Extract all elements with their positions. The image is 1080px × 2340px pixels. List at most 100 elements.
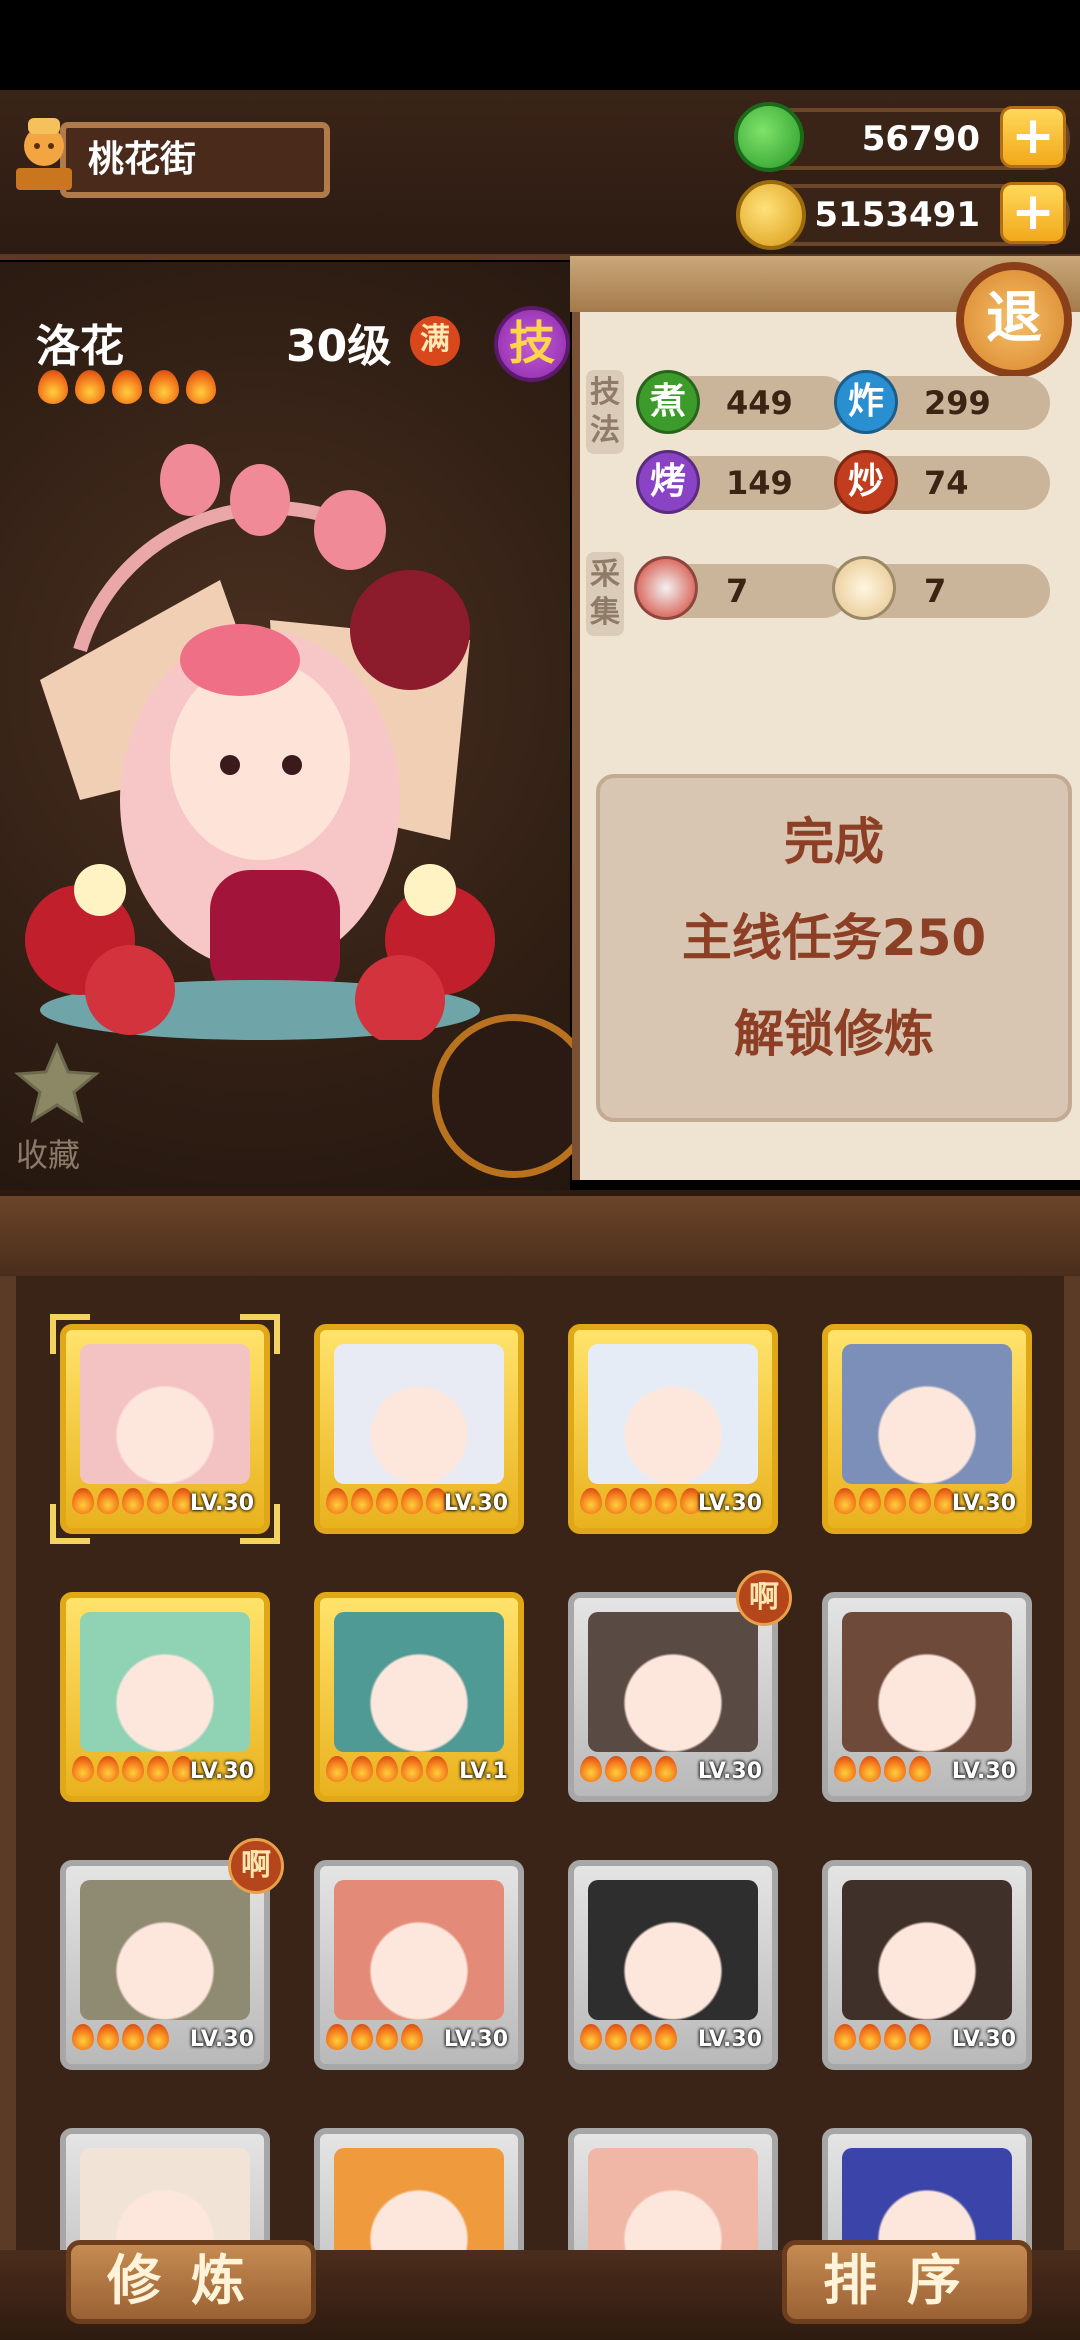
stat-fry-value: 299 — [924, 384, 991, 422]
chef-card[interactable]: LV.30 — [314, 1324, 524, 1534]
flame-icon — [351, 2024, 373, 2050]
chef-level: LV.30 — [951, 1491, 1016, 1516]
chef-card[interactable]: LV.30 — [822, 1324, 1032, 1534]
flame-icon — [147, 2024, 169, 2050]
chef-level: LV.30 — [951, 2027, 1016, 2052]
flame-icon — [655, 1756, 677, 1782]
chef-level: LV.30 — [697, 1759, 762, 1784]
chef-portrait — [80, 1344, 250, 1484]
jade-coin-icon — [734, 102, 804, 172]
chef-card[interactable]: LV.1 — [314, 1592, 524, 1802]
flame-icon — [147, 1488, 169, 1514]
max-level-badge: 满 — [410, 316, 460, 366]
chef-roster-grid: LV.30 LV.30 LV.30 LV.30 LV.30 LV.1 LV.30 啊 LV.30… — [0, 1276, 1080, 2338]
add-coins-button[interactable]: + — [1000, 182, 1066, 244]
location-plate[interactable]: 桃花街 — [60, 122, 330, 198]
flame-icon — [149, 370, 179, 404]
chef-portrait — [334, 1344, 504, 1484]
favorite-star-icon[interactable] — [14, 1040, 100, 1126]
boil-icon: 煮 — [636, 370, 700, 434]
chef-level: LV.30 — [189, 1759, 254, 1784]
stir-fry-icon: 炒 — [834, 450, 898, 514]
train-button[interactable]: 修炼 — [66, 2240, 316, 2324]
chef-card[interactable]: LV.30 — [568, 1324, 778, 1534]
bun-icon — [832, 556, 896, 620]
flame-icon — [376, 1756, 398, 1782]
exit-button[interactable]: 退 — [956, 262, 1072, 378]
skill-button[interactable]: 技 — [494, 306, 570, 382]
flame-icon — [38, 370, 68, 404]
add-jade-button[interactable]: + — [1000, 106, 1066, 168]
chef-card[interactable]: LV.30 — [60, 1324, 270, 1534]
chef-portrait — [334, 1612, 504, 1752]
chef-card[interactable]: LV.30 — [822, 1860, 1032, 2070]
chef-portrait — [588, 1612, 758, 1752]
chef-statue-icon — [6, 112, 82, 196]
deep-fry-icon: 炸 — [834, 370, 898, 434]
flame-icon — [859, 1756, 881, 1782]
flame-icon — [834, 2024, 856, 2050]
chef-card[interactable]: LV.30 — [822, 1592, 1032, 1802]
flame-icon — [834, 1488, 856, 1514]
flame-icon — [97, 1488, 119, 1514]
chef-rank-flames — [834, 1488, 959, 1518]
status-bar — [0, 0, 1080, 90]
flame-icon — [376, 1488, 398, 1514]
flame-icon — [859, 2024, 881, 2050]
chef-portrait — [588, 1880, 758, 2020]
chef-card[interactable]: LV.30 — [568, 1592, 778, 1802]
flame-icon — [376, 2024, 398, 2050]
flame-icon — [326, 2024, 348, 2050]
chef-rank-flames — [580, 2024, 680, 2054]
flame-icon — [122, 2024, 144, 2050]
flame-icon — [75, 370, 105, 404]
flame-icon — [112, 370, 142, 404]
coin-value: 5153491 — [814, 195, 980, 235]
flame-icon — [655, 2024, 677, 2050]
roast-icon: 烤 — [636, 450, 700, 514]
flame-icon — [630, 1488, 652, 1514]
technique-label: 技法 — [586, 370, 624, 454]
flame-icon — [630, 2024, 652, 2050]
meat-icon — [634, 556, 698, 620]
chef-level: LV.30 — [443, 1491, 508, 1516]
stat-boil-value: 449 — [726, 384, 793, 422]
flame-icon — [859, 1488, 881, 1514]
selection-corner — [240, 1314, 280, 1354]
chef-card[interactable]: LV.30 — [568, 1860, 778, 2070]
chef-rank-flames — [72, 2024, 172, 2054]
chef-alert-badge: 啊 — [736, 1570, 792, 1626]
chef-rank-flames — [326, 1756, 451, 1786]
location-name: 桃花街 — [88, 139, 197, 180]
character-portrait — [20, 420, 550, 1045]
stat-stirfry-value: 74 — [924, 464, 969, 502]
flame-icon — [122, 1756, 144, 1782]
chef-level: LV.30 — [697, 1491, 762, 1516]
flame-icon — [580, 2024, 602, 2050]
flame-icon — [401, 2024, 423, 2050]
chef-card[interactable]: LV.30 — [60, 1592, 270, 1802]
character-name: 洛花 — [36, 321, 124, 372]
flame-icon — [401, 1756, 423, 1782]
flame-icon — [72, 1756, 94, 1782]
unlock-line-3: 解锁修炼 — [734, 1005, 934, 1063]
character-rank-flames — [38, 370, 223, 408]
chef-level: LV.30 — [189, 2027, 254, 2052]
chef-rank-flames — [834, 2024, 934, 2054]
flame-icon — [351, 1756, 373, 1782]
flame-icon — [97, 2024, 119, 2050]
chef-card[interactable]: LV.30 — [60, 1860, 270, 2070]
flame-icon — [326, 1756, 348, 1782]
chef-rank-flames — [580, 1488, 705, 1518]
unlock-line-2: 主线任务250 — [681, 909, 987, 967]
chef-rank-flames — [326, 1488, 451, 1518]
chef-level: LV.30 — [443, 2027, 508, 2052]
flame-icon — [605, 1488, 627, 1514]
chef-portrait — [80, 1880, 250, 2020]
chef-card[interactable]: LV.30 — [314, 1860, 524, 2070]
unlock-line-1: 完成 — [784, 813, 884, 871]
flame-icon — [909, 2024, 931, 2050]
flame-icon — [326, 1488, 348, 1514]
unlock-training-message: 完成 主线任务250 解锁修炼 — [596, 774, 1072, 1122]
sort-button[interactable]: 排序 — [782, 2240, 1032, 2324]
